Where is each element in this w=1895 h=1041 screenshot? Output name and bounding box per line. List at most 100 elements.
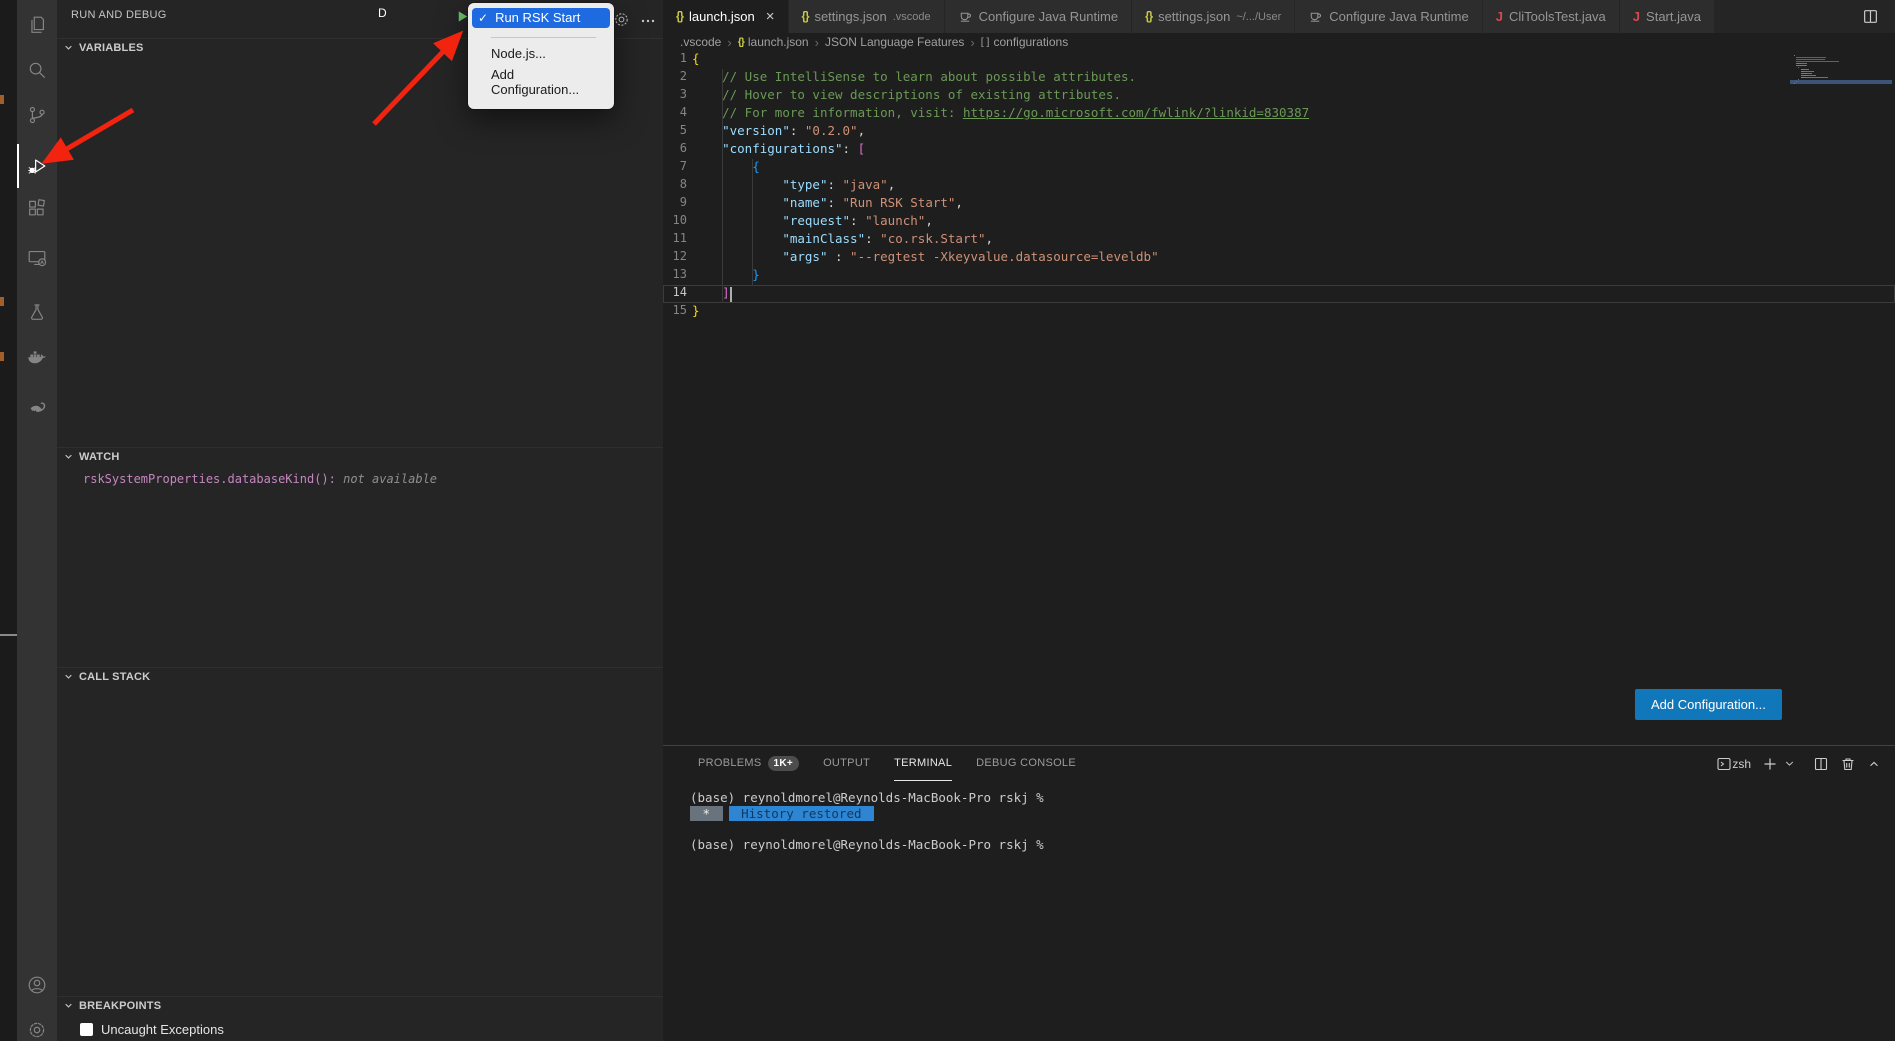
activity-run-and-debug[interactable] <box>17 144 57 188</box>
line-content: } <box>692 303 700 318</box>
edge-decoration <box>0 95 4 104</box>
watch-expression-value: not available <box>343 472 437 486</box>
activity-accounts[interactable] <box>17 963 57 1007</box>
tab-configure-java-runtime-2[interactable]: Configure Java Runtime <box>1295 0 1482 33</box>
tab-clitoolstest-java[interactable]: JCliToolsTest.java <box>1483 0 1620 33</box>
add-configuration-button[interactable]: Add Configuration... <box>1635 689 1782 720</box>
trash-icon <box>1840 756 1856 772</box>
terminal-launch-dropdown[interactable] <box>1783 757 1796 770</box>
breadcrumb-item[interactable]: JSON Language Features <box>825 35 964 49</box>
breadcrumb-item[interactable]: {}launch.json <box>738 35 809 49</box>
section-header[interactable]: CALL STACK <box>57 667 663 685</box>
edge-decoration <box>0 297 4 306</box>
code-line: 1{ <box>663 51 1895 69</box>
account-icon <box>26 974 48 996</box>
open-launch-json-button[interactable] <box>612 10 631 29</box>
uncaught-exceptions-checkbox[interactable] <box>80 1023 93 1036</box>
activity-search[interactable] <box>17 48 57 92</box>
panel-tab-label: TERMINAL <box>894 757 952 769</box>
line-content: { <box>692 159 760 174</box>
section-header[interactable]: BREAKPOINTS <box>57 996 663 1014</box>
section-header[interactable]: WATCH <box>57 447 663 465</box>
line-number: 5 <box>663 123 687 137</box>
activity-gradle[interactable] <box>17 385 57 429</box>
code-editor[interactable]: 1{2 // Use IntelliSense to learn about p… <box>663 51 1895 745</box>
terminal-line <box>690 821 1044 837</box>
code-line: 3 // Hover to view descriptions of exist… <box>663 87 1895 105</box>
dropdown-item-add-configuration[interactable]: Add Configuration... <box>472 64 610 100</box>
panel-tab-output[interactable]: OUTPUT <box>823 746 870 781</box>
breadcrumb-label: launch.json <box>748 35 809 49</box>
views-more-actions-button[interactable] <box>640 13 656 29</box>
line-content: ] <box>692 285 730 300</box>
watch-expression[interactable]: rskSystemProperties.databaseKind(): not … <box>83 472 663 486</box>
panel-tab-terminal[interactable]: TERMINAL <box>894 746 952 781</box>
tab-configure-java-runtime-1[interactable]: Configure Java Runtime <box>945 0 1132 33</box>
panel-tab-debug-console[interactable]: DEBUG CONSOLE <box>976 746 1076 781</box>
activity-explorer[interactable] <box>17 3 57 47</box>
line-number: 15 <box>663 303 687 317</box>
panel-tab-label: PROBLEMS <box>698 757 762 769</box>
edge-decoration <box>0 352 4 361</box>
code-line: 15} <box>663 303 1895 321</box>
line-number: 13 <box>663 267 687 281</box>
maximize-panel-button[interactable] <box>1867 757 1881 771</box>
line-number: 3 <box>663 87 687 101</box>
activity-remote-explorer[interactable] <box>17 236 57 280</box>
activity-source-control[interactable] <box>17 93 57 137</box>
kill-terminal-button[interactable] <box>1840 756 1856 772</box>
terminal-output[interactable]: (base) reynoldmorel@Reynolds-MacBook-Pro… <box>690 790 1044 852</box>
terminal-shell-button[interactable]: zsh <box>1716 756 1751 772</box>
panel-tab-label: OUTPUT <box>823 757 870 769</box>
section-breakpoints: BREAKPOINTSUncaught Exceptions <box>57 996 663 1037</box>
section-label: WATCH <box>79 451 120 463</box>
dropdown-items: Node.js...Add Configuration... <box>472 43 610 100</box>
code-line: 10 "request": "launch", <box>663 213 1895 231</box>
terminal-line: (base) reynoldmorel@Reynolds-MacBook-Pro… <box>690 790 1044 806</box>
terminal-line: (base) reynoldmorel@Reynolds-MacBook-Pro… <box>690 837 1044 853</box>
sidebar-title: RUN AND DEBUG <box>71 9 167 21</box>
problems-count-badge: 1K+ <box>768 756 800 771</box>
scm-icon <box>26 104 48 126</box>
line-content: // Hover to view descriptions of existin… <box>692 87 1121 102</box>
dropdown-item-node-js[interactable]: Node.js... <box>472 43 610 64</box>
watch-expression-name: rskSystemProperties.databaseKind(): <box>83 472 343 486</box>
activity-testing[interactable] <box>17 290 57 334</box>
close-icon[interactable]: × <box>766 9 775 24</box>
beaker-icon <box>26 301 48 323</box>
breadcrumb-separator: › <box>727 35 731 50</box>
split-editor-icon <box>1862 8 1879 25</box>
tab-launch-json[interactable]: {}launch.json× <box>663 0 789 33</box>
breadcrumb-item[interactable]: .vscode <box>680 35 721 49</box>
code-line: 11 "mainClass": "co.rsk.Start", <box>663 231 1895 249</box>
tab-settings-json-user[interactable]: {}settings.json~/.../User <box>1132 0 1295 33</box>
tab-row: {}launch.json×{}settings.json.vscodeConf… <box>663 0 1715 33</box>
activity-manage[interactable] <box>17 1008 57 1041</box>
minimap[interactable] <box>1794 55 1890 101</box>
line-content: // For more information, visit: https://… <box>692 105 1309 120</box>
dropdown-item-run-rsk-start[interactable]: ✓ Run RSK Start <box>472 8 610 28</box>
activity-extensions[interactable] <box>17 186 57 230</box>
ellipsis-icon <box>640 13 656 29</box>
panel-tab-bar: PROBLEMS 1K+ OUTPUT TERMINAL DEBUG CONSOLE <box>663 746 1076 781</box>
tab-settings-json-vscode[interactable]: {}settings.json.vscode <box>789 0 945 33</box>
line-number: 10 <box>663 213 687 227</box>
plus-icon <box>1762 756 1778 772</box>
split-editor-button[interactable] <box>1846 0 1895 33</box>
search-icon <box>26 59 48 81</box>
chevron-down-icon <box>1783 757 1796 770</box>
new-terminal-button[interactable] <box>1762 756 1778 772</box>
line-number: 11 <box>663 231 687 245</box>
remote-icon <box>26 247 48 269</box>
panel-tab-problems[interactable]: PROBLEMS 1K+ <box>698 746 799 781</box>
bottom-panel: PROBLEMS 1K+ OUTPUT TERMINAL DEBUG CONSOLE z… <box>663 745 1895 1041</box>
java-runtime-icon <box>958 9 973 24</box>
section-label: CALL STACK <box>79 671 150 683</box>
tab-start-java[interactable]: JStart.java <box>1620 0 1715 33</box>
split-terminal-button[interactable] <box>1813 756 1829 772</box>
vscode-window: RUN AND DEBUG D VARIABLESWATCHrskSystemP… <box>0 0 1895 1041</box>
tab-label: CliToolsTest.java <box>1509 9 1606 24</box>
activity-docker[interactable] <box>17 335 57 379</box>
breadcrumb-item[interactable]: [ ]configurations <box>981 35 1068 49</box>
terminal-line: * History restored <box>690 806 1044 822</box>
